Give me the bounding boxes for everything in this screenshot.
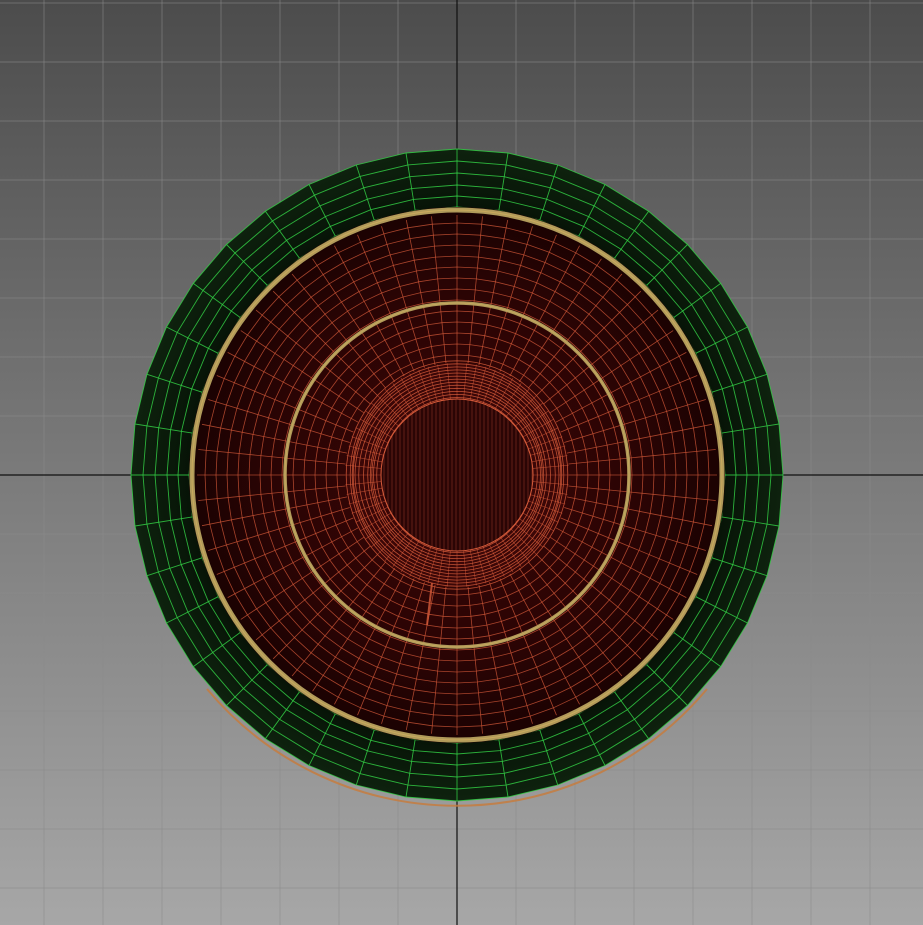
center-hole: [380, 398, 534, 552]
3d-viewport[interactable]: [0, 0, 923, 925]
